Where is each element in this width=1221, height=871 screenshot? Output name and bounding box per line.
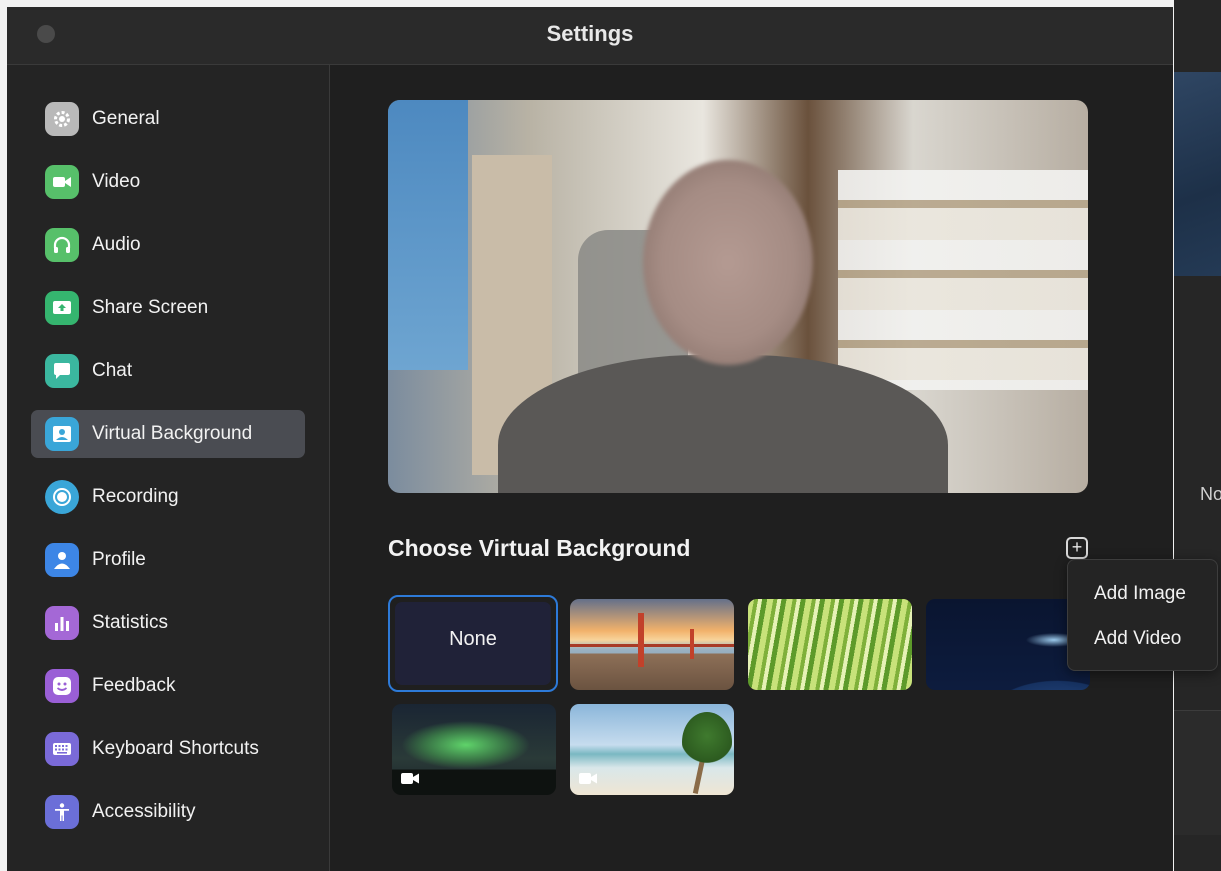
sidebar-item-label: Virtual Background <box>92 423 253 444</box>
sidebar-item-virtual-background[interactable]: Virtual Background <box>31 410 305 458</box>
background-tile-earth-from-space[interactable] <box>926 599 1090 690</box>
bar-chart-icon <box>45 606 79 640</box>
settings-sidebar: General Video Audio Share Screen Chat Vi… <box>7 65 330 871</box>
settings-window: Settings General Video Audio Share Scree… <box>7 7 1173 871</box>
video-camera-icon <box>579 773 597 784</box>
sidebar-item-statistics[interactable]: Statistics <box>31 599 305 647</box>
share-screen-icon <box>45 291 79 325</box>
sidebar-item-chat[interactable]: Chat <box>31 347 305 395</box>
window-title: Settings <box>546 21 634 46</box>
sidebar-item-label: Feedback <box>92 675 176 696</box>
background-window-panel <box>1174 710 1221 835</box>
virtual-background-panel: Choose Virtual Background + None <box>330 65 1173 871</box>
video-camera-icon <box>45 165 79 199</box>
menu-item-add-image[interactable]: Add Image <box>1094 583 1186 605</box>
sidebar-item-label: Chat <box>92 360 133 381</box>
sidebar-item-profile[interactable]: Profile <box>31 536 305 584</box>
sidebar-item-label: General <box>92 108 160 129</box>
sidebar-item-video[interactable]: Video <box>31 158 305 206</box>
gear-icon <box>45 102 79 136</box>
sidebar-item-label: Audio <box>92 234 141 255</box>
sidebar-item-label: Share Screen <box>92 297 209 318</box>
sidebar-item-share-screen[interactable]: Share Screen <box>31 284 305 332</box>
sidebar-item-label: Recording <box>92 486 179 507</box>
camera-preview <box>388 100 1088 493</box>
sidebar-item-feedback[interactable]: Feedback <box>31 662 305 710</box>
background-window: No <box>1174 0 1221 871</box>
sidebar-item-label: Keyboard Shortcuts <box>92 738 259 759</box>
sidebar-item-label: Accessibility <box>92 801 196 822</box>
background-tile-beach[interactable] <box>570 704 734 795</box>
background-window-image <box>1174 72 1221 276</box>
background-tile-golden-gate-bridge[interactable] <box>570 599 734 690</box>
sidebar-item-recording[interactable]: Recording <box>31 473 305 521</box>
sidebar-item-audio[interactable]: Audio <box>31 221 305 269</box>
person-portrait-icon <box>45 417 79 451</box>
sidebar-item-accessibility[interactable]: Accessibility <box>31 788 305 836</box>
background-window-text: No <box>1200 484 1221 504</box>
background-tile-label: None <box>449 628 497 650</box>
add-background-menu: Add Image Add Video <box>1067 559 1218 671</box>
sidebar-item-label: Statistics <box>92 612 169 633</box>
add-background-button[interactable]: + <box>1066 537 1088 559</box>
background-tile-grass[interactable] <box>748 599 912 690</box>
menu-item-add-video[interactable]: Add Video <box>1094 628 1181 650</box>
title-bar: Settings <box>7 7 1173 65</box>
chat-bubble-icon <box>45 354 79 388</box>
sidebar-item-general[interactable]: General <box>31 95 305 143</box>
sidebar-item-keyboard-shortcuts[interactable]: Keyboard Shortcuts <box>31 725 305 773</box>
headphones-icon <box>45 228 79 262</box>
background-tile-aurora[interactable] <box>392 704 556 795</box>
sidebar-item-label: Profile <box>92 549 146 570</box>
sidebar-item-label: Video <box>92 171 141 192</box>
smiley-icon <box>45 669 79 703</box>
keyboard-icon <box>45 732 79 766</box>
record-icon <box>45 480 79 514</box>
video-camera-icon <box>401 773 419 784</box>
blurred-face <box>643 160 813 365</box>
accessibility-icon <box>45 795 79 829</box>
person-icon <box>45 543 79 577</box>
section-title: Choose Virtual Background <box>388 535 691 561</box>
background-tile-none[interactable]: None <box>388 595 558 692</box>
